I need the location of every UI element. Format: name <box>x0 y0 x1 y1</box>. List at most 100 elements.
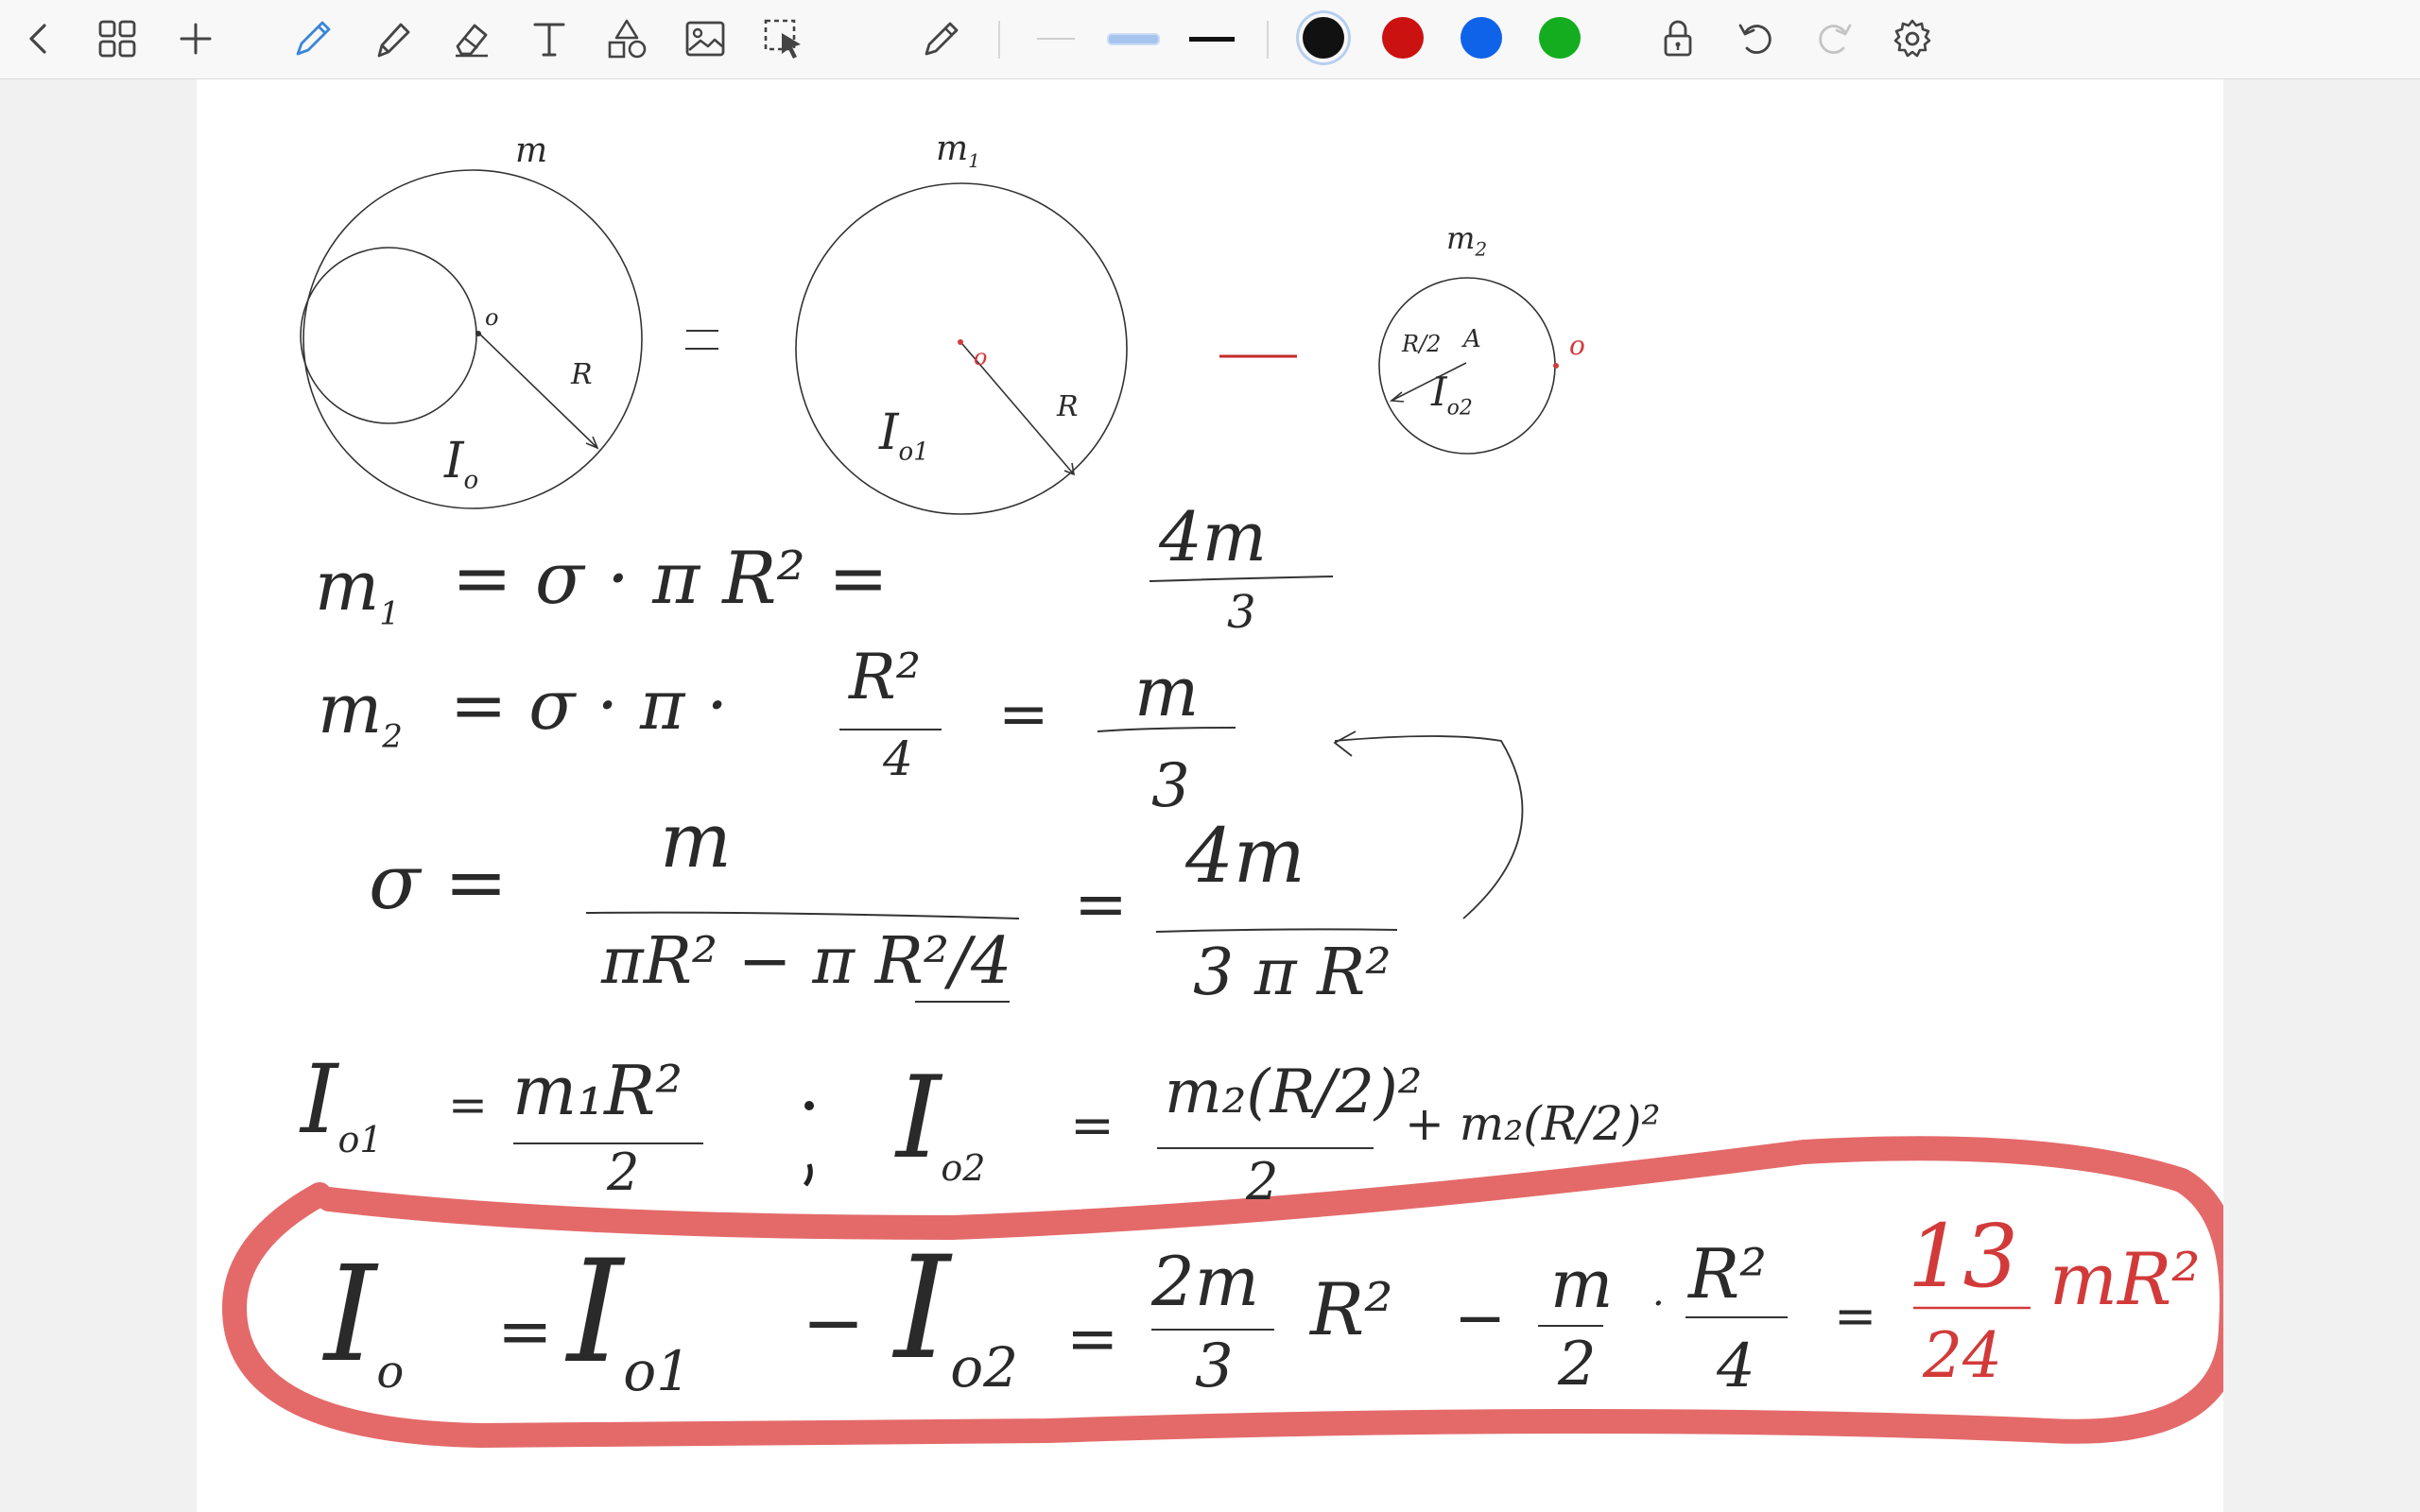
external-point-dot <box>1553 363 1559 369</box>
io1-denominator: 2 <box>607 1143 640 1202</box>
full-disc-mass-label: m1 <box>936 129 980 173</box>
io2-label: Io2 <box>896 1053 986 1189</box>
big-center-label: o <box>485 304 499 331</box>
color-blue-swatch[interactable] <box>1461 17 1502 59</box>
result-frac3-denominator: 4 <box>1717 1332 1755 1401</box>
eraser-icon <box>456 24 488 58</box>
sigma-result-denominator: 3 π R² <box>1193 936 1392 1010</box>
result-frac3-numerator: R² <box>1688 1234 1768 1314</box>
result-io2: Io2 <box>894 1227 1019 1400</box>
sigma-denominator: πR² − π R²/4 <box>601 924 1012 999</box>
image-icon <box>685 21 725 57</box>
m1-label: m1 <box>315 546 400 633</box>
m2-denominator: 3 <box>1151 751 1190 821</box>
text-icon <box>533 23 565 57</box>
result-frac2-denominator: 2 <box>1558 1330 1597 1400</box>
big-radius-label: R <box>571 358 593 391</box>
result-frac1-denominator: 3 <box>1195 1332 1234 1401</box>
io2-equals: = <box>1070 1095 1115 1157</box>
shapes-tool-button[interactable] <box>596 8 658 70</box>
big-center-dot <box>475 331 481 336</box>
undo-icon <box>1738 24 1772 54</box>
note-canvas[interactable]: m o R Io m1 o R Io1 m2 R/2 A Io2 o m1 = … <box>197 79 2223 1512</box>
text-tool-button[interactable] <box>518 8 580 70</box>
io1-equals: = <box>448 1077 488 1132</box>
io2-numerator: m₂(R/2)² <box>1165 1057 1423 1127</box>
color-black-swatch[interactable] <box>1303 17 1344 59</box>
result-io1: Io1 <box>567 1230 692 1403</box>
lock-button[interactable] <box>1647 8 1709 70</box>
result-equals-1: = <box>497 1293 553 1370</box>
small-radius-label: R/2 <box>1402 331 1442 357</box>
result-minus-1: − <box>802 1279 866 1366</box>
result-answer-tail: mR² <box>2049 1237 2201 1321</box>
pen-tool-button[interactable] <box>282 8 344 70</box>
m2-expression: = σ · π · <box>450 665 729 745</box>
m1-expression: = σ · π R² = <box>452 536 889 620</box>
toolbar <box>0 0 2420 79</box>
full-disc-radius-label: R <box>1057 390 1079 423</box>
big-inertia-label: Io <box>444 433 479 495</box>
io1-label: Io1 <box>301 1044 383 1160</box>
m2-fraction-denominator: 4 <box>883 731 913 786</box>
sigma-result-numerator: 4m <box>1185 812 1305 900</box>
small-inertia-label: Io2 <box>1431 369 1473 421</box>
result-equals-2: = <box>1066 1302 1119 1375</box>
toolbar-divider <box>998 21 1000 59</box>
highlighter-icon <box>377 23 410 58</box>
undo-button[interactable] <box>1725 8 1788 70</box>
eraser-tool-button[interactable] <box>440 8 502 70</box>
big-mass-label: m <box>515 131 548 170</box>
io1-numerator: m₁R² <box>512 1051 683 1130</box>
stroke-thin-line <box>1037 38 1075 40</box>
highlighter-tool-button[interactable] <box>361 8 424 70</box>
color-red-swatch[interactable] <box>1382 17 1424 59</box>
color-green-swatch[interactable] <box>1539 17 1581 59</box>
pages-button[interactable] <box>86 8 148 70</box>
result-answer-numerator: 13 <box>1908 1206 2019 1307</box>
stroke-thick-line <box>1189 36 1235 42</box>
stroke-medium-line <box>1107 32 1160 45</box>
result-frac1-numerator: 2m <box>1151 1242 1260 1321</box>
stroke-thick-button[interactable] <box>1179 19 1245 59</box>
full-disc-center-dot <box>958 339 963 345</box>
add-page-button[interactable] <box>164 8 227 70</box>
lasso-select-button[interactable] <box>752 8 815 70</box>
m2-label: m2 <box>318 669 403 756</box>
sigma-numerator: m <box>660 797 732 885</box>
m2-numerator: m <box>1134 652 1200 731</box>
stroke-thin-button[interactable] <box>1023 19 1089 59</box>
small-disc-outline <box>1378 277 1556 455</box>
result-equals-3: = <box>1834 1286 1877 1346</box>
stroke-medium-button[interactable] <box>1100 19 1167 59</box>
result-dot: · <box>1652 1282 1665 1326</box>
io2-plus-term: + m₂(R/2)² <box>1405 1096 1661 1151</box>
redo-button[interactable] <box>1803 8 1865 70</box>
big-radius-line <box>479 334 598 449</box>
small-disc-mass-label: m2 <box>1446 220 1488 261</box>
redo-icon <box>1819 24 1852 54</box>
image-tool-button[interactable] <box>674 8 736 70</box>
result-answer-denominator: 24 <box>1923 1319 2002 1392</box>
result-frac2-numerator: m <box>1550 1246 1614 1323</box>
sigma-label: σ = <box>369 838 509 926</box>
small-center-label: A <box>1463 325 1481 353</box>
pencil-icon <box>925 22 959 56</box>
pencil-tool-button[interactable] <box>910 8 973 70</box>
plus-icon <box>180 23 212 55</box>
sigma-equals: = <box>1074 868 1128 942</box>
back-button[interactable] <box>8 8 70 70</box>
m2-equals: = <box>998 679 1049 749</box>
lasso-select-icon <box>764 19 801 59</box>
pen-icon <box>296 21 331 56</box>
hole-outline <box>300 247 477 424</box>
m2-fraction-numerator: R² <box>849 641 922 713</box>
full-disc-outline <box>795 182 1128 515</box>
m1-denominator: 3 <box>1227 586 1256 639</box>
result-i0: Io <box>324 1238 405 1399</box>
shapes-icon <box>608 19 647 59</box>
full-disc-inertia-label: Io1 <box>879 404 929 467</box>
settings-button[interactable] <box>1881 8 1944 70</box>
full-disc-center-label: o <box>974 344 988 370</box>
result-frac1-tail: R² <box>1310 1267 1393 1351</box>
